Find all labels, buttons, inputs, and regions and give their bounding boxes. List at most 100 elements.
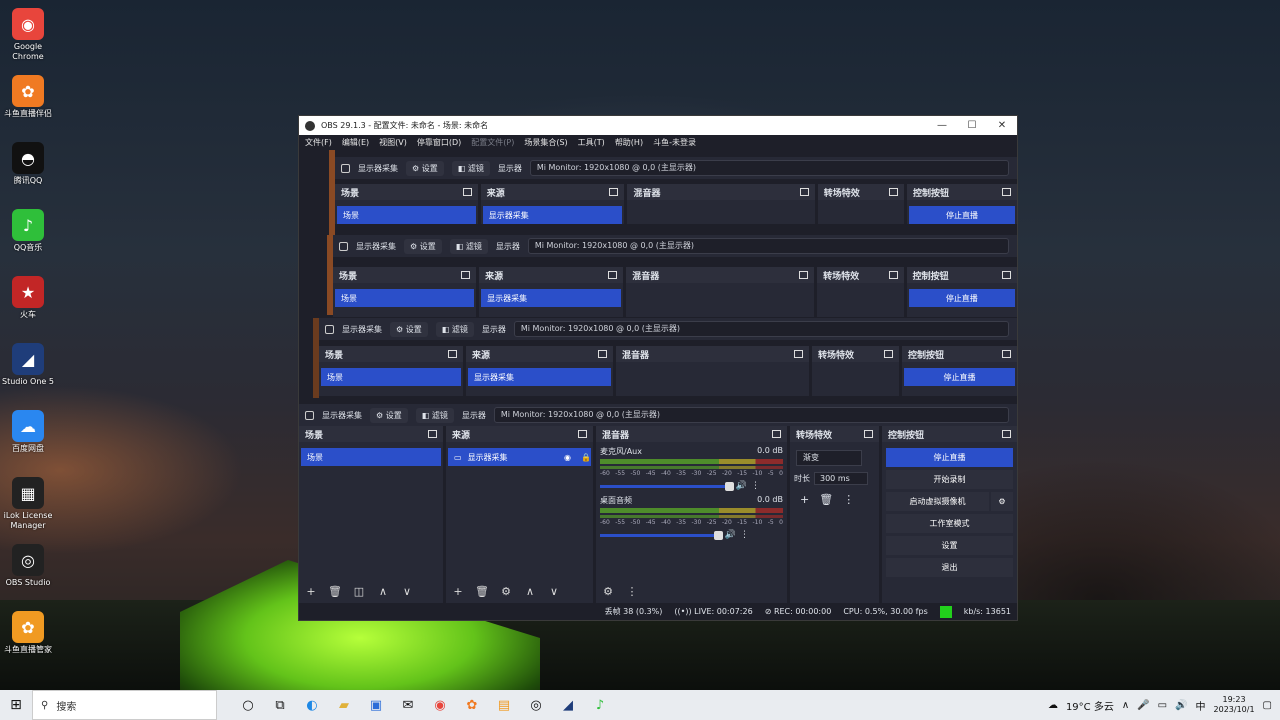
speaker-icon[interactable]: 🔊 — [725, 530, 736, 540]
more-icon[interactable]: ⋮ — [624, 585, 640, 598]
menu-item[interactable]: 视图(V) — [379, 137, 407, 148]
undock-icon[interactable] — [864, 430, 873, 438]
obs-titlebar[interactable]: OBS 29.1.3 - 配置文件: 未命名 - 场景: 未命名 — ☐ ✕ — [299, 116, 1017, 135]
scale-tick: -50 — [630, 470, 641, 477]
source-checkbox[interactable] — [305, 410, 314, 420]
undock-icon[interactable] — [578, 430, 587, 438]
undock-icon[interactable] — [428, 430, 437, 438]
undock-icon[interactable] — [772, 430, 781, 438]
trash-icon[interactable]: 🗑 — [327, 585, 343, 598]
eye-icon[interactable]: ◉ — [564, 453, 571, 462]
arrow-up-icon[interactable]: ∧ — [522, 585, 538, 598]
clock[interactable]: 19:23 2023/10/1 — [1214, 695, 1255, 715]
dropped-frames: 丢帧 38 (0.3%) — [604, 607, 663, 616]
qqmusic-taskbar-icon[interactable]: ♪ — [589, 694, 611, 716]
maximize-button[interactable]: ☐ — [957, 116, 987, 135]
mail-icon[interactable]: ✉ — [397, 694, 419, 716]
menu-item[interactable]: 配置文件(P) — [471, 137, 514, 148]
task-view-icon[interactable]: ⧉ — [269, 694, 291, 716]
desktop-icon[interactable]: ◢ Studio One 5 — [0, 339, 56, 406]
meter-scale: -60 -55 -50 -45 -40 -35 -30 -25 -20 -15 -10 -5 0 — [600, 519, 783, 526]
menu-item[interactable]: 编辑(E) — [342, 137, 369, 148]
close-button[interactable]: ✕ — [987, 116, 1017, 135]
trash-icon[interactable]: 🗑 — [819, 493, 833, 506]
studio-mode-button[interactable]: 工作室模式 — [886, 514, 1013, 533]
arrow-down-icon[interactable]: ∨ — [546, 585, 562, 598]
weather-text[interactable]: 19°C 多云 — [1066, 698, 1114, 713]
gear-icon[interactable]: ⚙ — [498, 585, 514, 598]
douyu-taskbar-icon[interactable]: ✿ — [461, 694, 483, 716]
douyu-manager-icon: ✿ — [12, 611, 44, 643]
windows-start-icon[interactable]: ⊞ — [0, 697, 32, 713]
file-explorer-icon[interactable]: ▰ — [333, 694, 355, 716]
desktop-icon[interactable]: ★ 火车 — [0, 272, 56, 339]
virtual-camera-settings-icon[interactable]: ⚙ — [991, 492, 1013, 511]
arrow-down-icon[interactable]: ∨ — [399, 585, 415, 598]
transition-select[interactable]: 渐变 — [796, 450, 862, 466]
add-icon[interactable]: + — [800, 493, 809, 506]
monitor-icon: ▭ — [454, 452, 462, 462]
menu-item[interactable]: 帮助(H) — [615, 137, 643, 148]
virtual-camera-button[interactable]: 启动虚拟摄像机 — [886, 492, 989, 511]
more-icon[interactable]: ⋮ — [843, 493, 854, 506]
studio-one-taskbar-icon[interactable]: ◢ — [557, 694, 579, 716]
source-filters-button[interactable]: ◧ 滤镜 — [415, 407, 454, 423]
settings-button[interactable]: ⚙ 设置 — [406, 160, 444, 176]
more-icon[interactable]: ⋮ — [740, 530, 749, 540]
chevron-up-icon[interactable]: ∧ — [1122, 700, 1129, 711]
trash-icon[interactable]: 🗑 — [474, 585, 490, 598]
chrome-taskbar-icon[interactable]: ◉ — [429, 694, 451, 716]
stop-streaming-button[interactable]: 停止直播 — [886, 448, 1013, 467]
desktop-icon[interactable]: ✿ 斗鱼直播伴侣 — [0, 71, 56, 138]
volume-icon[interactable]: 🔊 — [1175, 700, 1187, 711]
menu-item[interactable]: 斗鱼-未登录 — [653, 137, 696, 148]
menu-item[interactable]: 工具(T) — [578, 137, 605, 148]
desktop-icon[interactable]: ▦ iLok License Manager — [0, 473, 56, 540]
store-icon[interactable]: ▣ — [365, 694, 387, 716]
volume-slider[interactable] — [600, 481, 734, 491]
speaker-icon[interactable]: 🔊 — [736, 481, 747, 491]
undock-icon[interactable] — [1002, 430, 1011, 438]
ghost-source-bar: 显示器采集 ⚙ 设置 ◧ 滤镜 显示器 Mi Monitor: 1920x108… — [335, 157, 1017, 179]
duration-label: 时长 — [794, 474, 810, 483]
advanced-audio-icon[interactable]: ⚙ — [600, 585, 616, 598]
desktop-icon[interactable]: ♪ QQ音乐 — [0, 205, 56, 272]
desktop-icon[interactable]: ✿ 斗鱼直播管家 — [0, 607, 56, 674]
source-item[interactable]: ▭ 显示器采集 ◉ 🔒 — [448, 448, 591, 466]
notification-icon[interactable]: ▢ — [1263, 700, 1272, 711]
scale-tick: -60 — [600, 519, 610, 526]
network-icon[interactable]: ▭ — [1158, 700, 1167, 711]
duration-input[interactable]: 300 ms — [814, 472, 868, 485]
more-icon[interactable]: ⋮ — [751, 481, 760, 491]
desktop-icon[interactable]: ◉ Google Chrome — [0, 4, 56, 71]
display-select[interactable]: Mi Monitor: 1920x1080 @ 0,0 (主显示器) — [493, 407, 1009, 423]
source-settings-button[interactable]: ⚙ 设置 — [370, 407, 408, 423]
add-icon[interactable]: + — [450, 585, 466, 598]
volume-slider[interactable] — [600, 530, 723, 540]
mic-icon[interactable]: 🎤 — [1137, 700, 1149, 711]
start-recording-button[interactable]: 开始录制 — [886, 470, 1013, 489]
lock-icon[interactable]: 🔒 — [581, 453, 591, 462]
arrow-up-icon[interactable]: ∧ — [375, 585, 391, 598]
desktop-icon[interactable]: ◎ OBS Studio — [0, 540, 56, 607]
monitor-select[interactable]: Mi Monitor: 1920x1080 @ 0,0 (主显示器) — [529, 160, 1009, 176]
menu-item[interactable]: 场景集合(S) — [524, 137, 567, 148]
minimize-button[interactable]: — — [927, 116, 957, 135]
settings-button[interactable]: 设置 — [886, 536, 1013, 555]
ime-indicator[interactable]: 中 — [1196, 698, 1206, 713]
menu-item[interactable]: 停靠窗口(D) — [417, 137, 461, 148]
channel-db: 0.0 dB — [757, 495, 783, 504]
desktop-icon[interactable]: ◓ 腾讯QQ — [0, 138, 56, 205]
cortana-icon[interactable]: ○ — [237, 694, 259, 716]
scene-filter-icon[interactable]: ◫ — [351, 585, 367, 598]
edge-icon[interactable]: ◐ — [301, 694, 323, 716]
scene-item[interactable]: 场景 — [301, 448, 441, 466]
obs-taskbar-icon[interactable]: ◎ — [525, 694, 547, 716]
menu-item[interactable]: 文件(F) — [305, 137, 332, 148]
desktop-icon[interactable]: ☁ 百度网盘 — [0, 406, 56, 473]
taskbar-search[interactable]: ⚲ 搜索 — [32, 690, 217, 720]
exit-button[interactable]: 退出 — [886, 558, 1013, 577]
app-taskbar-icon[interactable]: ▤ — [493, 694, 515, 716]
add-icon[interactable]: + — [303, 585, 319, 598]
filters-button[interactable]: ◧ 滤镜 — [451, 160, 490, 176]
